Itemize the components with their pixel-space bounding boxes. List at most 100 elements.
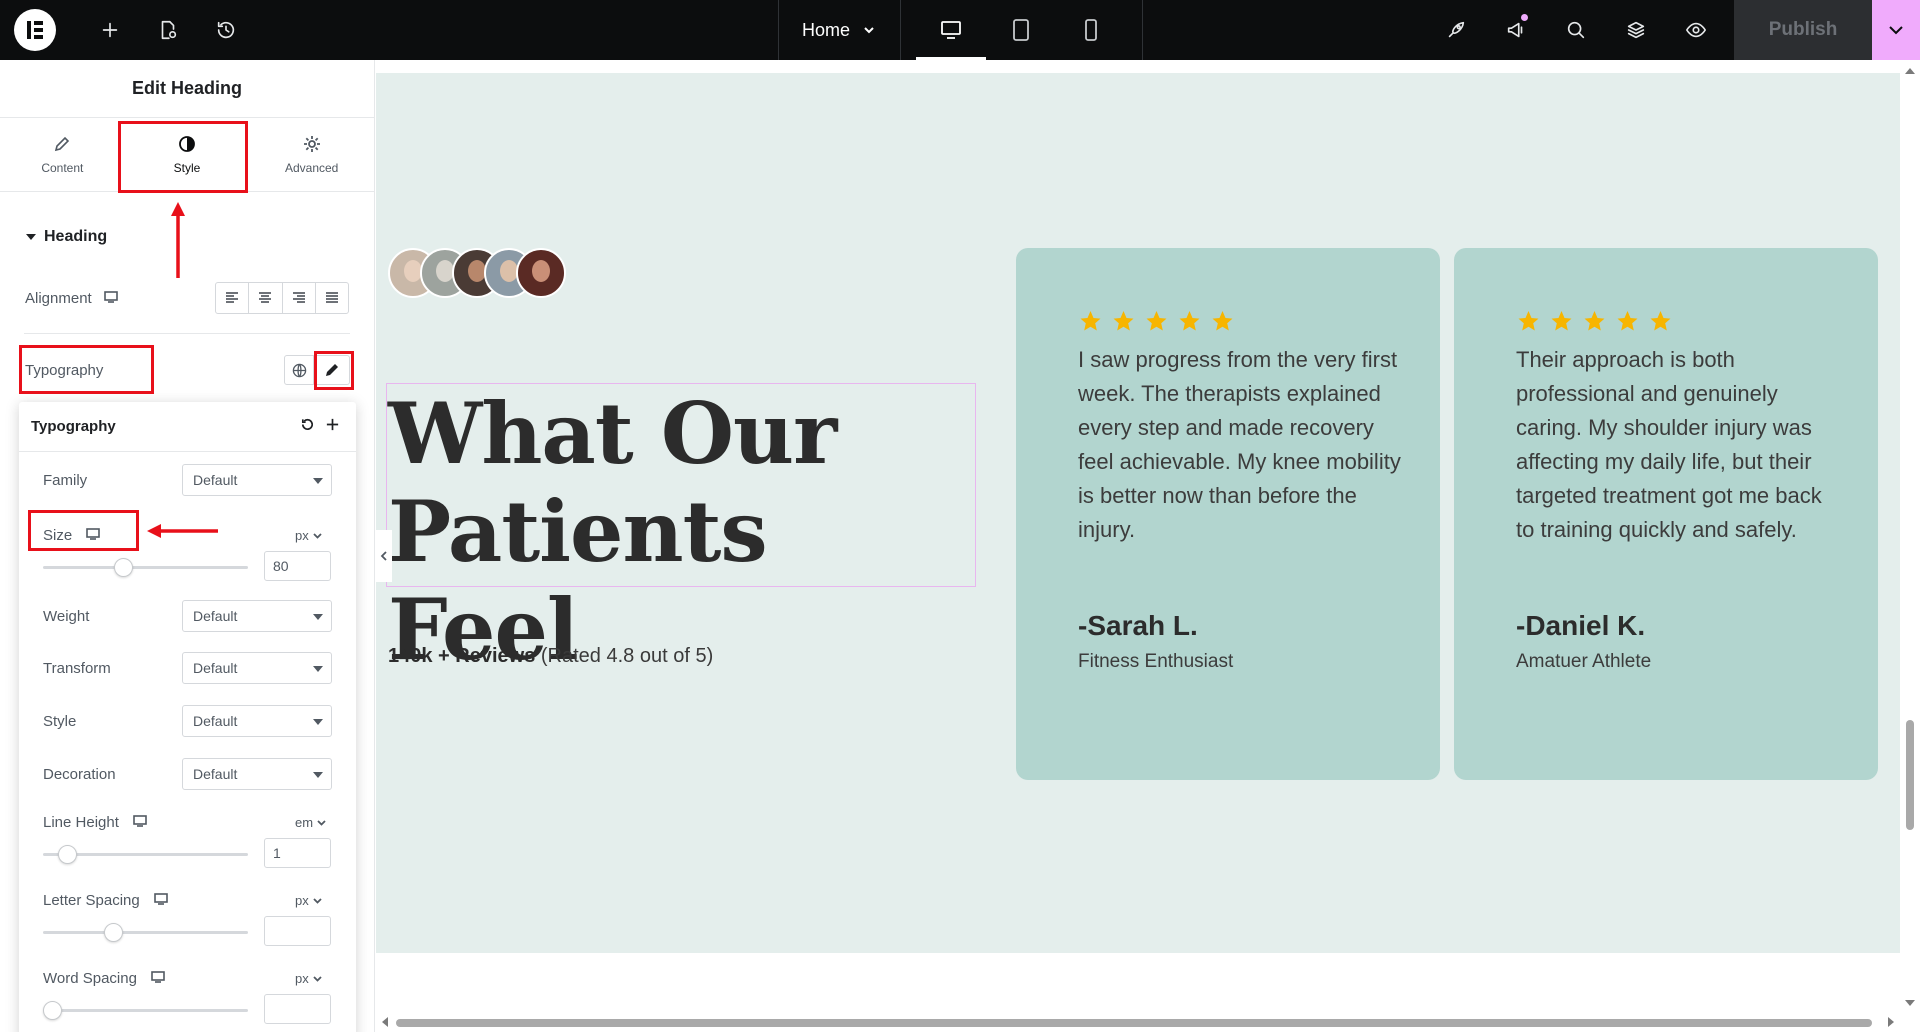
tablet-icon: [1013, 19, 1029, 41]
star-icon: [1113, 311, 1134, 331]
font-weight-select[interactable]: Default: [182, 600, 332, 632]
font-family-select[interactable]: Default: [182, 464, 332, 496]
megaphone-icon[interactable]: [1494, 0, 1538, 60]
scroll-down-arrow-icon[interactable]: [1905, 1000, 1915, 1006]
tab-advanced[interactable]: Advanced: [249, 118, 374, 191]
tab-content[interactable]: Content: [0, 118, 125, 191]
testimonial-card[interactable]: I saw progress from the very first week.…: [1016, 248, 1440, 780]
chevron-down-icon: [317, 820, 326, 826]
annotation-box-style-tab: [118, 121, 248, 193]
global-typography-button[interactable]: [284, 355, 314, 385]
responsive-desktop-icon[interactable]: [153, 892, 168, 909]
word-spacing-unit: px: [295, 971, 309, 986]
weight-label: Weight: [43, 608, 90, 625]
heading-section-title: Heading: [44, 228, 108, 245]
rocket-icon[interactable]: [1434, 0, 1478, 60]
align-justify-button[interactable]: [316, 283, 348, 313]
section-heading[interactable]: What Our Patients Feel: [388, 385, 968, 679]
preview-eye-icon[interactable]: [1674, 0, 1718, 60]
align-center-button[interactable]: [249, 283, 283, 313]
annotation-arrow-left: [147, 524, 218, 538]
word-spacing-unit-select[interactable]: px: [295, 971, 322, 986]
horizontal-scrollbar[interactable]: [376, 1012, 1900, 1032]
publish-button[interactable]: Publish: [1734, 0, 1872, 60]
line-height-slider-handle[interactable]: [57, 845, 77, 864]
star-rating: [1078, 309, 1235, 333]
responsive-desktop-icon[interactable]: [133, 814, 147, 831]
letter-spacing-unit: px: [295, 893, 309, 908]
scroll-up-arrow-icon[interactable]: [1905, 68, 1915, 74]
size-slider-handle[interactable]: [113, 558, 133, 577]
text-decoration-select[interactable]: Default: [182, 758, 332, 790]
word-spacing-slider-handle[interactable]: [43, 1001, 62, 1020]
editor-topbar: Home Publish: [0, 0, 1920, 60]
vertical-scrollbar[interactable]: [1900, 60, 1920, 1032]
line-height-unit-select[interactable]: em: [295, 815, 326, 830]
star-rating: [1516, 309, 1673, 333]
star-icon: [1146, 311, 1167, 331]
responsive-desktop-icon[interactable]: [151, 970, 165, 987]
desktop-icon: [941, 21, 961, 39]
reviews-rating: (Rated 4.8 out of 5): [535, 645, 714, 667]
testimonials-section[interactable]: What Our Patients Feel 140k + Reviews (R…: [376, 73, 1900, 953]
chevron-down-icon: [1889, 26, 1903, 35]
align-right-button[interactable]: [283, 283, 316, 313]
testimonial-card[interactable]: Their approach is both professional and …: [1454, 248, 1878, 780]
heading-section-toggle[interactable]: Heading: [26, 228, 107, 246]
testimonial-role: Amatuer Athlete: [1516, 651, 1652, 672]
page-select-dropdown[interactable]: Home: [778, 0, 900, 60]
testimonial-quote: Their approach is both professional and …: [1516, 347, 1822, 542]
word-spacing-slider[interactable]: [43, 1001, 248, 1020]
word-spacing-label: Word Spacing: [43, 970, 137, 987]
line-height-slider[interactable]: [43, 845, 248, 864]
font-style-select[interactable]: Default: [182, 705, 332, 737]
reset-icon[interactable]: [300, 417, 315, 436]
size-unit-select[interactable]: px: [295, 528, 322, 543]
annotation-box-typography: [19, 345, 154, 394]
add-icon[interactable]: [88, 0, 132, 60]
vertical-scrollbar-thumb[interactable]: [1906, 720, 1914, 830]
tablet-view-button[interactable]: [986, 0, 1056, 60]
letter-spacing-slider-handle[interactable]: [104, 923, 124, 942]
size-input[interactable]: 80: [264, 551, 331, 581]
scroll-left-arrow-icon[interactable]: [382, 1017, 388, 1027]
star-icon: [1551, 311, 1572, 331]
globe-icon: [292, 363, 306, 377]
horizontal-scrollbar-thumb[interactable]: [396, 1019, 1872, 1027]
line-height-unit: em: [295, 815, 314, 830]
testimonial-author: -Daniel K.: [1516, 610, 1646, 641]
page-settings-icon[interactable]: [146, 0, 190, 60]
collapse-panel-button[interactable]: [376, 530, 392, 582]
chevron-down-icon: [864, 27, 874, 34]
chevron-left-icon: [380, 551, 387, 561]
typography-popover: Typography Family Default Size px 80 Wei…: [19, 402, 356, 1032]
tab-advanced-label: Advanced: [284, 160, 339, 175]
layers-icon[interactable]: [1614, 0, 1658, 60]
size-slider[interactable]: [43, 558, 248, 577]
align-center-icon: [259, 292, 272, 303]
line-height-input[interactable]: 1: [264, 838, 331, 868]
add-icon[interactable]: [325, 417, 340, 436]
letter-spacing-unit-select[interactable]: px: [295, 893, 322, 908]
scroll-right-arrow-icon[interactable]: [1888, 1017, 1894, 1027]
alignment-control-label: Alignment: [25, 290, 118, 307]
testimonial-quote: I saw progress from the very first week.…: [1078, 347, 1401, 542]
text-transform-select[interactable]: Default: [182, 652, 332, 684]
align-left-button[interactable]: [216, 283, 250, 313]
testimonial-author: -Sarah L.: [1078, 610, 1198, 641]
elementor-logo-icon[interactable]: [14, 9, 56, 51]
gear-icon: [303, 135, 320, 152]
letter-spacing-input[interactable]: [264, 916, 331, 946]
word-spacing-input[interactable]: [264, 994, 331, 1024]
publish-options-button[interactable]: [1872, 0, 1920, 60]
tab-content-label: Content: [41, 160, 84, 175]
search-icon[interactable]: [1554, 0, 1598, 60]
responsive-desktop-icon[interactable]: [103, 290, 118, 307]
mobile-view-button[interactable]: [1056, 0, 1126, 60]
desktop-view-button[interactable]: [916, 0, 986, 60]
decoration-label: Decoration: [43, 766, 116, 783]
letter-spacing-slider[interactable]: [43, 923, 248, 942]
annotation-arrow-up: [171, 202, 185, 278]
mobile-icon: [1085, 19, 1097, 41]
history-icon[interactable]: [204, 0, 248, 60]
